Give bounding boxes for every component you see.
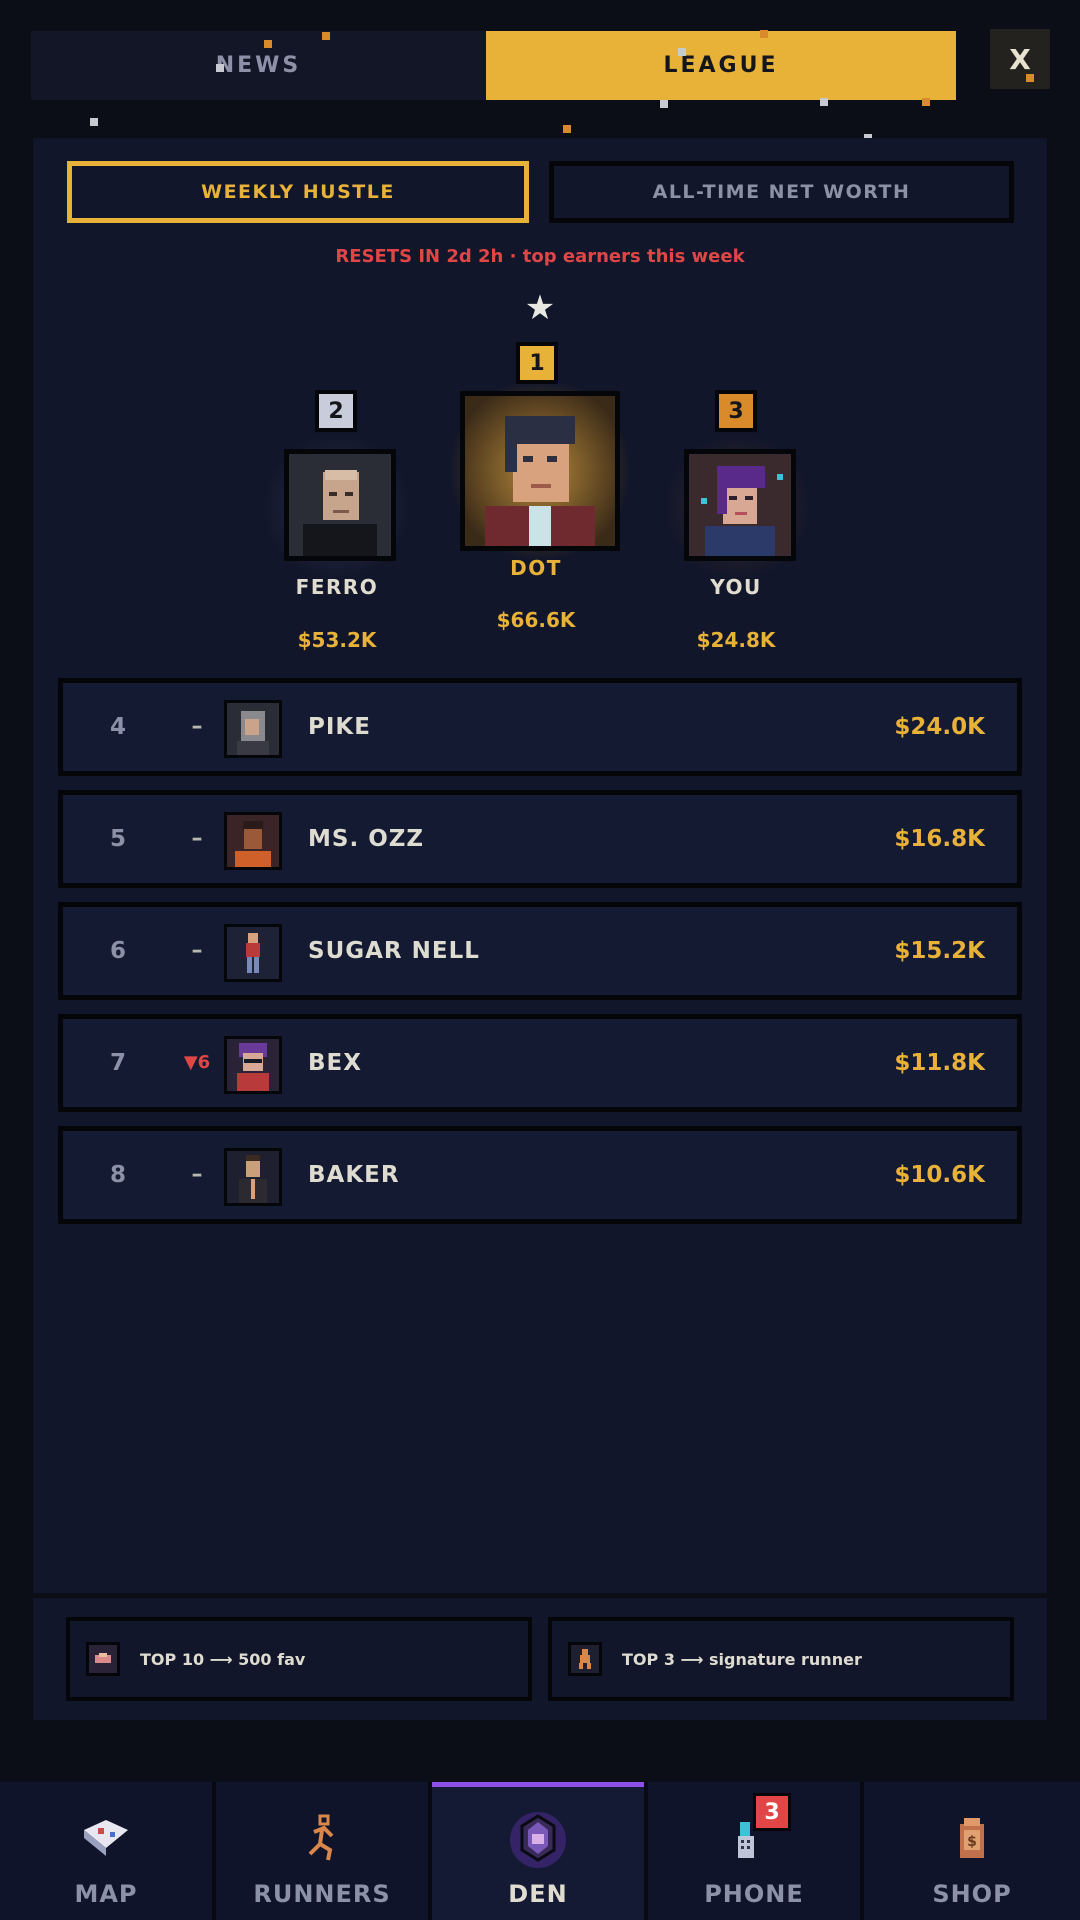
avatar-ferro[interactable] [284, 449, 396, 561]
row-money: $24.0K [894, 714, 985, 740]
row-trend-down: ▼6 [183, 1052, 211, 1073]
bottom-nav: MAP RUNNERS DEN PHONE $ SHOP [0, 1782, 1080, 1920]
runner-icon [292, 1808, 352, 1868]
phone-notification-badge: 3 [753, 1793, 791, 1831]
avatar-bex [224, 1036, 282, 1094]
row-money: $11.8K [894, 1050, 985, 1076]
reset-timer-text: RESETS IN 2d 2h · top earners this week [335, 246, 745, 267]
reward-top-10: TOP 10 ⟶ 500 fav [66, 1617, 532, 1701]
nav-label: PHONE [704, 1880, 804, 1908]
nav-label: MAP [74, 1880, 138, 1908]
reward-text: TOP 10 ⟶ 500 fav [140, 1649, 306, 1669]
podium-money-third: $24.8K [696, 628, 776, 652]
avatar-ms-ozz [224, 812, 282, 870]
svg-text:$: $ [967, 1834, 977, 1850]
avatar-pike [224, 700, 282, 758]
rank-badge-second: 2 [315, 390, 357, 432]
leaderboard-row[interactable]: 8 – BAKER $10.6K [58, 1126, 1022, 1224]
map-icon [76, 1808, 136, 1868]
row-rank: 7 [109, 1050, 126, 1076]
tab-weekly-hustle[interactable]: WEEKLY HUSTLE [67, 161, 529, 223]
rank-badge-third: 3 [715, 390, 757, 432]
podium-name-second: FERRO [295, 575, 379, 599]
nav-runners[interactable]: RUNNERS [216, 1782, 432, 1920]
reward-top-3: TOP 3 ⟶ signature runner [548, 1617, 1014, 1701]
nav-label: DEN [508, 1880, 568, 1908]
row-rank: 8 [109, 1162, 126, 1188]
row-name: MS. OZZ [308, 826, 425, 852]
shop-bag-icon: $ [942, 1808, 1002, 1868]
podium-name-first: DOT [510, 556, 562, 580]
avatar-dot[interactable] [460, 391, 620, 551]
podium-money-second: $53.2K [297, 628, 377, 652]
tab-news[interactable]: NEWS [31, 31, 486, 100]
row-trend: – [191, 1162, 203, 1187]
nav-den[interactable]: DEN [432, 1782, 648, 1920]
row-trend: – [191, 714, 203, 739]
tab-all-time-net-worth[interactable]: ALL-TIME NET WORTH [549, 161, 1014, 223]
row-money: $16.8K [894, 826, 985, 852]
leaderboard-row[interactable]: 7 ▼6 BEX $11.8K [58, 1014, 1022, 1112]
row-money: $15.2K [894, 938, 985, 964]
active-indicator [432, 1782, 644, 1787]
row-rank: 4 [109, 714, 126, 740]
row-name: PIKE [308, 714, 371, 740]
avatar-you[interactable] [684, 449, 796, 561]
star-icon: ★ [524, 288, 556, 328]
leaderboard-row[interactable]: 6 – SUGAR NELL $15.2K [58, 902, 1022, 1000]
rank-badge-first: 1 [516, 342, 558, 384]
avatar-baker [224, 1148, 282, 1206]
favor-icon [86, 1642, 120, 1676]
row-name: BEX [308, 1050, 362, 1076]
avatar-sugar-nell [224, 924, 282, 982]
reward-text: TOP 3 ⟶ signature runner [622, 1649, 862, 1669]
row-rank: 6 [109, 938, 126, 964]
portrait-dot-image [465, 396, 615, 546]
runner-icon [568, 1642, 602, 1676]
leaderboard-row[interactable]: 4 – PIKE $24.0K [58, 678, 1022, 776]
nav-label: RUNNERS [253, 1880, 391, 1908]
row-name: SUGAR NELL [308, 938, 480, 964]
nav-label: SHOP [932, 1880, 1012, 1908]
den-icon [508, 1808, 568, 1868]
close-button[interactable]: X [990, 29, 1050, 89]
podium-money-first: $66.6K [496, 608, 576, 632]
portrait-ferro-image [289, 454, 391, 556]
row-rank: 5 [109, 826, 126, 852]
portrait-you-image [689, 454, 791, 556]
tab-league[interactable]: LEAGUE [486, 31, 956, 100]
row-trend: – [191, 938, 203, 963]
row-trend: – [191, 826, 203, 851]
top-tab-bar: NEWS LEAGUE [31, 31, 956, 100]
nav-map[interactable]: MAP [0, 1782, 216, 1920]
leaderboard-row[interactable]: 5 – MS. OZZ $16.8K [58, 790, 1022, 888]
nav-shop[interactable]: $ SHOP [864, 1782, 1080, 1920]
row-name: BAKER [308, 1162, 400, 1188]
row-money: $10.6K [894, 1162, 985, 1188]
podium-name-third: YOU [710, 575, 762, 599]
